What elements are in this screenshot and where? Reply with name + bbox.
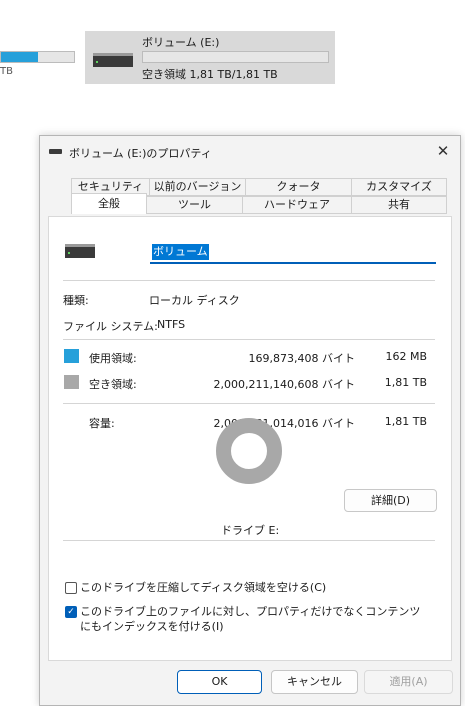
drive-tile-e[interactable]: ボリューム (E:) 空き領域 1,81 TB/1,81 TB [85,31,335,84]
free-space-swatch [64,375,79,389]
close-button[interactable]: ✕ [426,136,460,168]
close-icon: ✕ [436,142,450,160]
capacity-size: 1,81 TB [384,415,427,428]
tab-customize[interactable]: カスタマイズ [352,178,447,196]
compress-drive-checkbox[interactable] [65,582,77,594]
free-space-size: 1,81 TB [384,376,427,389]
free-space-label: 空き領域: [89,378,137,391]
index-content-checkbox[interactable]: ✓ [65,606,77,618]
used-space-label: 使用領域: [89,352,137,365]
drive-icon [49,149,62,154]
divider [63,540,435,541]
volume-name-input[interactable]: ボリューム [150,242,436,264]
divider [63,339,435,340]
drive-tile-usage-bar [142,51,329,63]
check-icon: ✓ [67,607,75,617]
index-content-label: このドライブ上のファイルに対し、プロパティだけでなくコンテンツにもインデックスを… [80,605,421,633]
tab-general[interactable]: 全般 [71,193,147,214]
tab-previous-versions[interactable]: 以前のバージョン [150,178,246,196]
capacity-label: 容量: [89,417,115,430]
cancel-button[interactable]: キャンセル [271,670,358,694]
ok-button[interactable]: OK [177,670,262,694]
title-bar[interactable]: ボリューム (E:)のプロパティ ✕ [40,136,460,168]
tab-hardware[interactable]: ハードウェア [243,196,352,214]
dialog-title: ボリューム (E:)のプロパティ [69,147,212,160]
details-button[interactable]: 詳細(D) [344,489,437,512]
properties-dialog: ボリューム (E:)のプロパティ ✕ セキュリティ 以前のバージョン クォータ … [39,135,461,706]
filesystem-value: NTFS [157,318,186,331]
drive-tile-name: ボリューム (E:) [142,36,220,49]
apply-button[interactable]: 適用(A) [364,670,453,694]
tab-quota[interactable]: クォータ [246,178,352,196]
used-space-size: 162 MB [385,350,427,363]
divider [63,403,435,404]
general-tab-page: ボリューム 種類: ローカル ディスク ファイル システム: NTFS 使用領域… [48,216,452,661]
drive-usage-fill [1,52,38,62]
used-space-bytes: 169,873,408 バイト [248,352,355,365]
tab-row-lower: 全般 ツール ハードウェア 共有 [71,193,447,214]
hard-drive-icon [65,244,95,258]
type-label: 種類: [63,294,89,307]
disk-usage-donut [216,418,282,484]
drive-usage-bar [0,51,75,63]
divider [63,280,435,281]
volume-name-selected-text: ボリューム [152,244,209,260]
drive-tile-free-text: 空き領域 1,81 TB/1,81 TB [142,68,278,81]
free-space-bytes: 2,000,211,140,608 バイト [213,378,355,391]
drive-size-text: TB [0,66,13,77]
drive-letter-label: ドライブ E: [221,524,280,537]
tab-sharing[interactable]: 共有 [352,196,447,214]
used-space-swatch [64,349,79,363]
hard-drive-icon [93,53,133,67]
compress-drive-label: このドライブを圧縮してディスク領域を空ける(C) [80,581,327,594]
type-value: ローカル ディスク [149,294,240,307]
tab-tools[interactable]: ツール [147,196,243,214]
filesystem-label: ファイル システム: [63,320,158,333]
